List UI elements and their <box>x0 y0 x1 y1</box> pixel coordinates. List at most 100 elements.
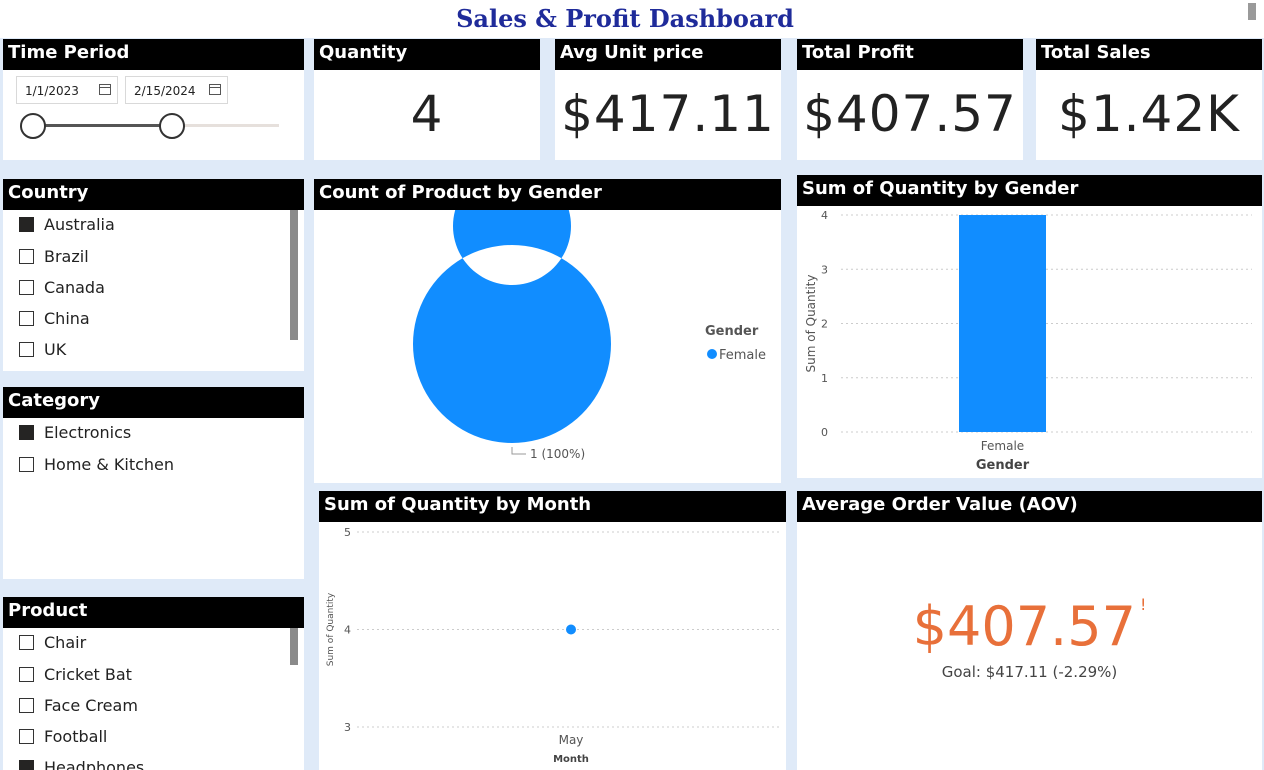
page-title: Sales & Profit Dashboard <box>456 4 794 33</box>
slicer-item-label: Headphones <box>44 758 145 770</box>
slicer-item-brazil[interactable]: Brazil <box>19 246 89 268</box>
checkbox[interactable] <box>19 667 34 682</box>
donut-label-leader <box>511 447 526 455</box>
avg-unit-price-value: $417.11 <box>561 85 775 143</box>
country-slicer: Country Australia Brazil Canada China UK <box>3 179 304 371</box>
slicer-item-electronics[interactable]: Electronics <box>19 422 131 444</box>
end-date-handle[interactable] <box>159 113 185 139</box>
checkbox[interactable] <box>19 280 34 295</box>
product-slicer: Product Chair Cricket Bat Face Cream Foo… <box>3 597 304 770</box>
date-range-fill <box>33 124 172 127</box>
slicer-item-cricket-bat[interactable]: Cricket Bat <box>19 664 132 686</box>
checkbox[interactable] <box>19 342 34 357</box>
slicer-item-label: Face Cream <box>44 696 138 715</box>
country-scrollbar[interactable] <box>290 210 298 340</box>
data-point-may[interactable] <box>566 624 576 635</box>
slicer-item-label: Australia <box>44 215 115 234</box>
checkbox[interactable] <box>19 729 34 744</box>
quantity-card: Quantity 4 <box>314 39 540 160</box>
category-slicer: Category Electronics Home & Kitchen <box>3 387 304 579</box>
slicer-item-home-kitchen[interactable]: Home & Kitchen <box>19 454 174 476</box>
product-header: Product <box>3 597 304 628</box>
y-tick-label: 2 <box>821 318 828 331</box>
x-axis-title: Month <box>553 754 589 765</box>
y-tick-label: 3 <box>344 721 351 734</box>
end-date-input[interactable]: 2/15/2024 <box>125 76 228 104</box>
sum-quantity-gender-chart: Sum of Quantity by Gender 0 1 2 3 4 Female G… <box>797 175 1262 478</box>
count-product-gender-chart: Count of Product by Gender 1 (100%) Gend… <box>314 179 781 483</box>
month-chart-title: Sum of Quantity by Month <box>319 491 786 522</box>
y-tick-label: 4 <box>344 624 351 637</box>
total-sales-header: Total Sales <box>1036 39 1262 70</box>
slicer-item-label: Brazil <box>44 247 89 266</box>
slicer-item-china[interactable]: China <box>19 308 90 330</box>
slicer-item-uk[interactable]: UK <box>19 339 66 361</box>
checkbox[interactable] <box>19 457 34 472</box>
alert-icon[interactable]: ! <box>1140 595 1146 614</box>
aov-value: $407.57 <box>912 595 1136 658</box>
aov-value-row: $407.57! <box>797 595 1262 658</box>
slicer-item-label: Cricket Bat <box>44 665 132 684</box>
total-profit-card: Total Profit $407.57 <box>797 39 1023 160</box>
checkbox[interactable] <box>19 425 34 440</box>
donut-chart-title: Count of Product by Gender <box>314 179 781 210</box>
bar-female[interactable] <box>959 215 1046 432</box>
y-axis-title: Sum of Quantity <box>326 592 336 666</box>
country-header: Country <box>3 179 304 210</box>
donut-chart-svg: 1 (100%) Gender Female <box>412 210 766 461</box>
quantity-value: 4 <box>410 85 444 143</box>
slicer-item-headphones[interactable]: Headphones <box>19 757 144 770</box>
total-sales-value: $1.42K <box>1058 85 1240 143</box>
product-scrollbar[interactable] <box>290 628 298 665</box>
checkbox[interactable] <box>19 311 34 326</box>
slicer-item-label: China <box>44 309 90 328</box>
x-axis-title: Gender <box>976 458 1030 473</box>
slicer-item-football[interactable]: Football <box>19 726 107 748</box>
slicer-item-label: Chair <box>44 633 87 652</box>
total-profit-header: Total Profit <box>797 39 1023 70</box>
start-date-input[interactable]: 1/1/2023 <box>16 76 118 104</box>
slicer-item-canada[interactable]: Canada <box>19 277 105 299</box>
start-date-value: 1/1/2023 <box>25 84 79 98</box>
y-tick-label: 5 <box>344 526 351 539</box>
start-date-handle[interactable] <box>20 113 46 139</box>
category-header: Category <box>3 387 304 418</box>
slicer-item-label: Football <box>44 727 108 746</box>
checkbox[interactable] <box>19 217 34 232</box>
aov-goal: Goal: $417.11 (-2.29%) <box>941 663 1118 681</box>
time-period-slicer: Time Period 1/1/2023 2/15/2024 <box>3 39 304 160</box>
y-tick-label: 0 <box>821 426 828 439</box>
legend-label-female[interactable]: Female <box>719 348 766 363</box>
x-tick-label-may: May <box>559 733 584 747</box>
page-scrollbar[interactable] <box>1248 3 1256 20</box>
slicer-item-australia[interactable]: Australia <box>19 214 115 236</box>
calendar-icon[interactable] <box>99 84 111 95</box>
bar-chart-title: Sum of Quantity by Gender <box>797 175 1262 206</box>
checkbox[interactable] <box>19 635 34 650</box>
aov-card: Average Order Value (AOV) $407.57! Goal:… <box>797 491 1262 770</box>
sum-quantity-month-chart: Sum of Quantity by Month 3 4 5 May Month S… <box>319 491 786 770</box>
y-tick-label: 3 <box>821 263 828 276</box>
checkbox[interactable] <box>19 249 34 264</box>
avg-unit-price-card: Avg Unit price $417.11 <box>555 39 781 160</box>
legend-title: Gender <box>705 324 759 339</box>
avg-unit-price-header: Avg Unit price <box>555 39 781 70</box>
slicer-item-face-cream[interactable]: Face Cream <box>19 695 138 717</box>
slicer-item-label: UK <box>44 340 67 359</box>
calendar-icon[interactable] <box>209 84 221 95</box>
legend-marker-female <box>707 349 717 359</box>
time-period-header: Time Period <box>3 39 304 70</box>
aov-header: Average Order Value (AOV) <box>797 491 1262 522</box>
total-profit-value: $407.57 <box>803 85 1017 143</box>
checkbox[interactable] <box>19 760 34 770</box>
slicer-item-chair[interactable]: Chair <box>19 632 86 654</box>
bar-chart-svg: 0 1 2 3 4 Female Gender Sum of Quantity <box>804 209 1252 473</box>
y-tick-label: 1 <box>821 372 828 385</box>
checkbox[interactable] <box>19 698 34 713</box>
end-date-value: 2/15/2024 <box>134 84 196 98</box>
x-tick-label-female: Female <box>981 439 1024 453</box>
slicer-item-label: Home & Kitchen <box>44 455 175 474</box>
slicer-item-label: Electronics <box>44 423 132 442</box>
total-sales-card: Total Sales $1.42K <box>1036 39 1262 160</box>
donut-slice-female[interactable] <box>412 210 611 443</box>
